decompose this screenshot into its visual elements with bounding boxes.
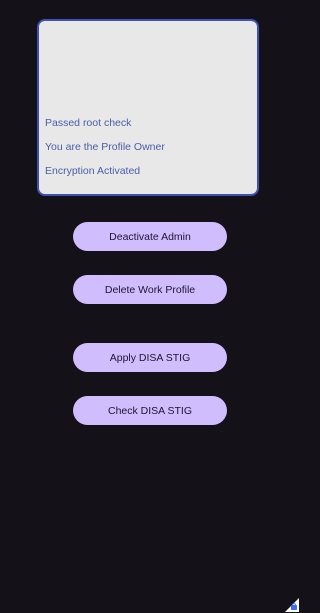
check-disa-stig-button[interactable]: Check DISA STIG: [73, 396, 227, 425]
deactivate-admin-button[interactable]: Deactivate Admin: [73, 222, 227, 251]
delete-work-profile-button[interactable]: Delete Work Profile: [73, 275, 227, 304]
status-encryption: Encryption Activated: [45, 165, 141, 177]
work-profile-badge-icon: [285, 598, 299, 612]
status-panel: Passed root check You are the Profile Ow…: [37, 19, 259, 196]
status-profile-owner: You are the Profile Owner: [45, 141, 165, 153]
status-root-check: Passed root check: [45, 117, 132, 129]
apply-disa-stig-button[interactable]: Apply DISA STIG: [73, 343, 227, 372]
